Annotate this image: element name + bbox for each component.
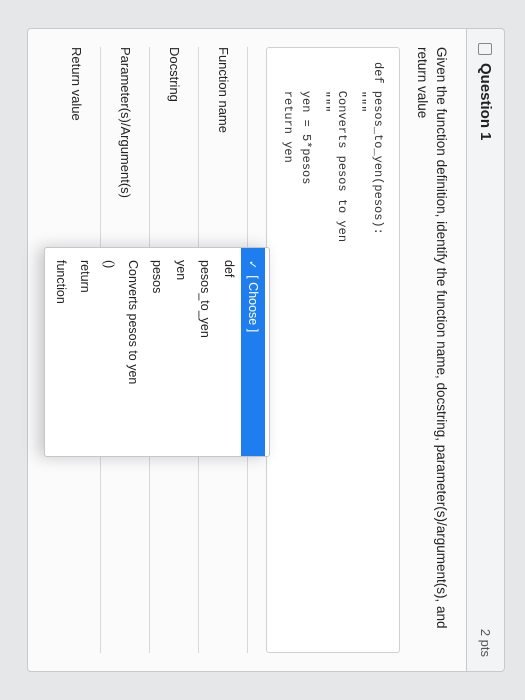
- flag-icon[interactable]: [479, 43, 493, 55]
- match-label: Docstring: [167, 47, 182, 247]
- dropdown-option-label: [ Choose ]: [246, 275, 260, 332]
- dropdown-option[interactable]: yen: [169, 248, 193, 456]
- question-prompt: Given the function definition, identify …: [412, 47, 450, 653]
- dropdown-option[interactable]: (): [97, 248, 121, 456]
- code-block: def pesos_to_yen(pesos): """ Converts pe…: [266, 47, 400, 653]
- dropdown-option[interactable]: def: [217, 248, 241, 456]
- question-title: Question 1: [477, 63, 494, 141]
- match-label: Function name: [216, 47, 231, 247]
- question-points: 2 pts: [478, 629, 493, 657]
- dropdown-option[interactable]: pesos_to_yen: [193, 248, 217, 456]
- question-header: Question 1 2 pts: [467, 28, 505, 672]
- dropdown-option[interactable]: pesos: [145, 248, 169, 456]
- match-label: Parameter(s)/Argument(s): [118, 47, 133, 247]
- dropdown-menu: ✓ [ Choose ] def pesos_to_yen yen pesos …: [44, 247, 270, 457]
- dropdown-option[interactable]: Converts pesos to yen: [121, 248, 145, 456]
- dropdown-option[interactable]: return: [73, 248, 97, 456]
- dropdown-option-selected[interactable]: ✓ [ Choose ]: [241, 248, 265, 456]
- question-body: Given the function definition, identify …: [27, 28, 467, 672]
- dropdown-option[interactable]: function: [49, 248, 73, 456]
- check-icon: ✓: [247, 260, 260, 269]
- match-label: Return value: [69, 47, 84, 247]
